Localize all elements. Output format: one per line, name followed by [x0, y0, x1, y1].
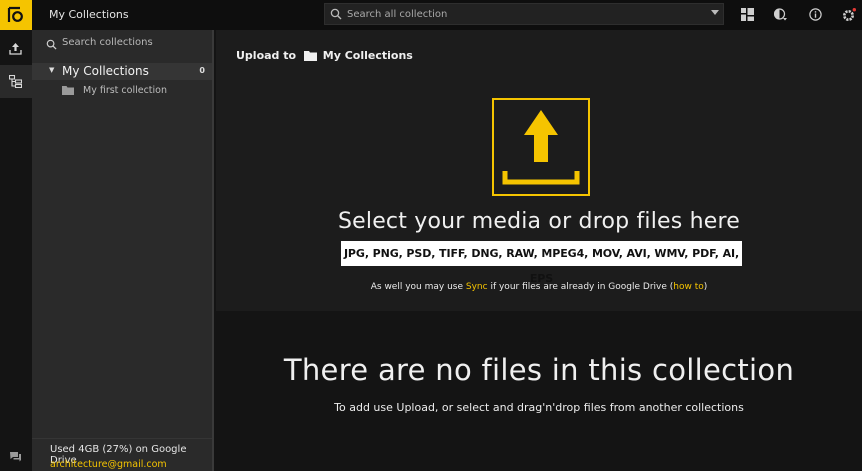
- tree-item-my-first-collection[interactable]: My first collection: [32, 83, 212, 100]
- info-icon[interactable]: [809, 8, 822, 21]
- tree-item-label: My Collections: [62, 64, 149, 78]
- app-title: My Collections: [49, 8, 129, 21]
- collection-count-badge: 0: [199, 66, 205, 75]
- caret-down-icon[interactable]: ▼: [49, 66, 54, 74]
- collections-search[interactable]: [32, 30, 212, 58]
- folder-icon: [303, 51, 317, 61]
- left-rail: [0, 30, 32, 471]
- sync-hint-text: if your files are already in Google Driv…: [490, 282, 674, 292]
- search-icon: [330, 8, 342, 20]
- collections-tree-icon: [9, 75, 22, 88]
- upload-arrow-icon: [502, 110, 580, 185]
- storage-footer: Used 4GB (27%) on Google Drive architect…: [32, 438, 212, 471]
- theme-icon[interactable]: [774, 8, 788, 21]
- sync-link[interactable]: Sync: [466, 282, 488, 292]
- supported-formats: JPG, PNG, PSD, TIFF, DNG, RAW, MPEG4, MO…: [341, 241, 742, 285]
- collections-sidebar: ▼ My Collections 0 My first collection U…: [32, 30, 214, 471]
- rail-upload-button[interactable]: [0, 32, 32, 65]
- sync-hint-text: As well you may use: [370, 282, 463, 292]
- main-content: Upload to My Collections Select your med…: [216, 30, 862, 471]
- top-bar: My Collections: [0, 0, 862, 30]
- global-search-input[interactable]: [347, 6, 687, 22]
- tree-item-my-collections[interactable]: ▼ My Collections 0: [32, 63, 212, 80]
- empty-state-subtitle: To add use Upload, or select and drag'n'…: [334, 401, 744, 414]
- upload-dropzone[interactable]: Upload to My Collections Select your med…: [216, 30, 862, 311]
- rail-collections-button[interactable]: [0, 65, 32, 98]
- sync-hint-text: ): [703, 282, 708, 292]
- upload-to-label: Upload to: [236, 49, 297, 62]
- select-media-heading: Select your media or drop files here: [337, 209, 741, 234]
- chat-icon: [10, 452, 21, 462]
- layout-icon[interactable]: [741, 8, 754, 21]
- upload-icon: [9, 43, 22, 55]
- upload-button[interactable]: [492, 98, 590, 196]
- notification-dot: [852, 8, 856, 12]
- folder-icon: [62, 86, 74, 95]
- account-email[interactable]: architecture@gmail.com: [50, 459, 167, 470]
- rail-chat-button[interactable]: [0, 441, 32, 471]
- search-icon: [46, 39, 57, 50]
- logo-icon: [7, 6, 23, 22]
- upload-destination: Upload to My Collections: [236, 49, 413, 62]
- empty-collection-panel: There are no files in this collection To…: [216, 311, 862, 471]
- app-logo[interactable]: [0, 0, 32, 30]
- empty-state-title: There are no files in this collection: [283, 353, 795, 387]
- sync-hint: As well you may use Sync if your files a…: [216, 282, 862, 292]
- tree-item-label: My first collection: [83, 85, 168, 96]
- collections-search-input[interactable]: [62, 37, 202, 48]
- chevron-down-icon[interactable]: [711, 10, 719, 16]
- upload-target-collection[interactable]: My Collections: [323, 49, 413, 62]
- how-to-link[interactable]: how to: [673, 282, 703, 292]
- settings-icon[interactable]: [842, 8, 856, 22]
- global-search[interactable]: [324, 3, 724, 25]
